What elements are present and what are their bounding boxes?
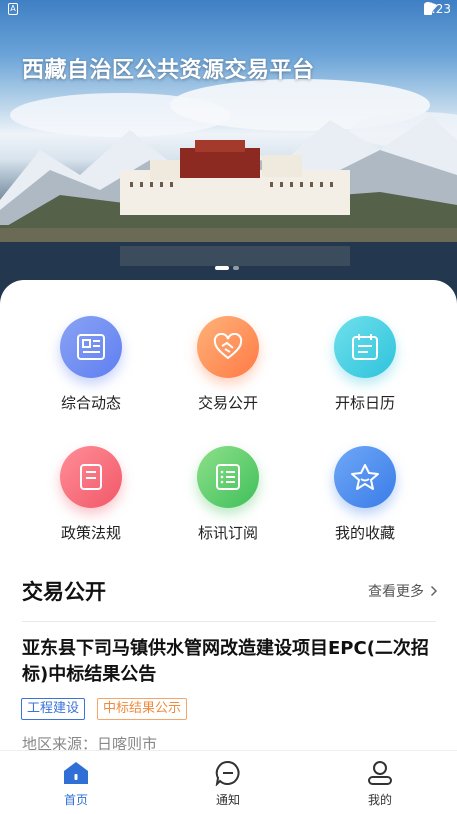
app-notification-icon: A <box>8 3 18 15</box>
section-header: 交易公开 查看更多 <box>22 576 438 606</box>
menu-item-news[interactable]: 综合动态 <box>31 316 151 413</box>
section-title: 交易公开 <box>22 580 106 604</box>
nav-mine[interactable]: 我的 <box>340 759 420 808</box>
home-icon <box>64 762 88 784</box>
view-more-label: 查看更多 <box>368 584 424 600</box>
message-icon <box>215 760 240 786</box>
menu-item-favorites[interactable]: 我的收藏 <box>305 446 425 543</box>
menu-label: 标讯订阅 <box>197 524 258 542</box>
book-icon <box>60 446 122 508</box>
menu-label: 开标日历 <box>334 394 395 412</box>
nav-label: 首页 <box>63 793 88 807</box>
user-icon <box>368 761 392 785</box>
carousel-indicator <box>215 266 239 270</box>
carousel-dot-active[interactable] <box>215 266 229 270</box>
nav-notice[interactable]: 通知 <box>188 759 268 808</box>
bottom-navigation: 首页 通知 我的 <box>0 750 457 814</box>
news-tags: 工程建设 中标结果公示 <box>21 698 188 720</box>
nav-label: 通知 <box>215 793 240 807</box>
carousel-dot[interactable] <box>233 266 239 270</box>
list-icon <box>197 446 259 508</box>
view-more-link[interactable]: 查看更多 <box>368 581 438 601</box>
menu-label: 交易公开 <box>197 394 258 412</box>
nav-label: 我的 <box>367 793 392 807</box>
menu-label: 我的收藏 <box>334 524 395 542</box>
menu-item-trade[interactable]: 交易公开 <box>168 316 288 413</box>
battery-icon <box>424 2 433 15</box>
star-icon <box>334 446 396 508</box>
menu-item-policy[interactable]: 政策法规 <box>31 446 151 543</box>
content-panel: 综合动态 交易公开 开标日历 政策法规 标讯订阅 我的收藏 交易公开 查看更多 … <box>0 280 457 753</box>
chevron-right-icon <box>430 585 438 597</box>
menu-item-subscribe[interactable]: 标讯订阅 <box>168 446 288 543</box>
menu-label: 政策法规 <box>60 524 121 542</box>
news-title[interactable]: 亚东县下司马镇供水管网改造建设项目EPC(二次招标)中标结果公告 <box>22 636 438 688</box>
platform-title: 西藏自治区公共资源交易平台 <box>22 58 315 83</box>
handshake-icon <box>197 316 259 378</box>
menu-label: 综合动态 <box>60 394 121 412</box>
status-bar: A 9:23 <box>0 0 457 20</box>
hero-banner[interactable]: A 9:23 西藏自治区公共资源交易平台 <box>0 0 457 305</box>
tag-category: 工程建设 <box>21 698 86 720</box>
menu-item-calendar[interactable]: 开标日历 <box>305 316 425 413</box>
nav-home[interactable]: 首页 <box>36 759 116 808</box>
potala-palace-image <box>0 79 457 305</box>
news-icon <box>60 316 122 378</box>
tag-status: 中标结果公示 <box>97 698 188 720</box>
divider <box>22 621 436 622</box>
calendar-icon <box>334 316 396 378</box>
